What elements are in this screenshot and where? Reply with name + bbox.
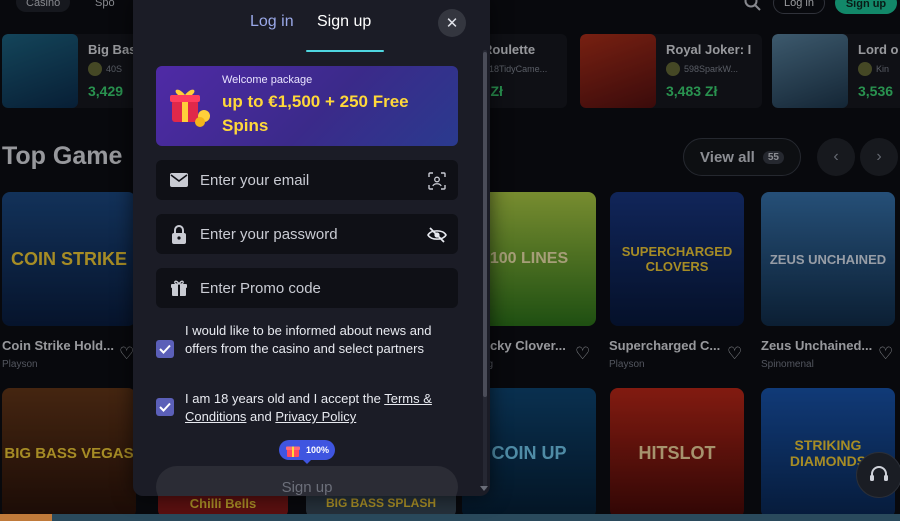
- promo-code-field[interactable]: [156, 268, 458, 308]
- privacy-policy-link[interactable]: Privacy Policy: [275, 409, 356, 424]
- face-scan-icon[interactable]: [426, 170, 448, 192]
- scroll-down-arrow-icon[interactable]: [480, 486, 488, 491]
- age-terms-text: I am 18 years old and I accept the: [185, 391, 385, 406]
- active-tab-indicator: [306, 50, 384, 52]
- news-consent-checkbox[interactable]: [156, 340, 174, 358]
- bottom-bar: [0, 514, 900, 521]
- progress-badge-pointer: [302, 459, 312, 464]
- tab-login[interactable]: Log in: [250, 13, 294, 31]
- tab-signup[interactable]: Sign up: [317, 13, 371, 31]
- email-field[interactable]: [156, 160, 458, 200]
- support-chat-button[interactable]: [856, 452, 900, 498]
- welcome-label: Welcome package: [222, 74, 313, 86]
- modal-scrollbar-thumb[interactable]: [483, 52, 487, 397]
- bottom-accent-secondary: [52, 514, 900, 521]
- promo-code-input[interactable]: [200, 268, 420, 308]
- signup-submit-label: Sign up: [281, 478, 333, 496]
- bonus-progress-badge: 100%: [279, 440, 335, 460]
- gift-icon: [286, 446, 300, 457]
- close-icon: ✕: [445, 15, 459, 32]
- password-input[interactable]: [200, 214, 420, 254]
- auth-modal: Log in Sign up ✕ Welcome package up to €…: [133, 0, 490, 496]
- eye-off-icon[interactable]: [426, 224, 448, 246]
- headset-icon: [870, 466, 888, 481]
- news-consent-label: I would like to be informed about news a…: [185, 323, 432, 356]
- bottom-accent: [0, 514, 52, 521]
- age-terms-checkbox[interactable]: [156, 398, 174, 416]
- welcome-package-banner: Welcome package up to €1,500 + 250 Free …: [156, 66, 458, 146]
- lock-icon: [169, 224, 189, 244]
- bonus-progress-value: 100%: [305, 445, 329, 455]
- age-terms-and: and: [246, 409, 276, 424]
- age-terms-label: I am 18 years old and I accept the Terms…: [185, 390, 455, 426]
- checkmark-icon: [159, 402, 171, 412]
- close-button[interactable]: ✕: [438, 9, 466, 37]
- password-field[interactable]: [156, 214, 458, 254]
- checkmark-icon: [159, 344, 171, 354]
- welcome-offer: up to €1,500 + 250 Free Spins: [222, 92, 409, 135]
- auth-tabs: Log in Sign up: [133, 13, 490, 53]
- gift-box-icon: [169, 278, 189, 298]
- signup-submit-button[interactable]: Sign up: [156, 466, 458, 496]
- gift-icon: [170, 89, 210, 127]
- mail-icon: [169, 170, 189, 190]
- email-input[interactable]: [200, 160, 420, 200]
